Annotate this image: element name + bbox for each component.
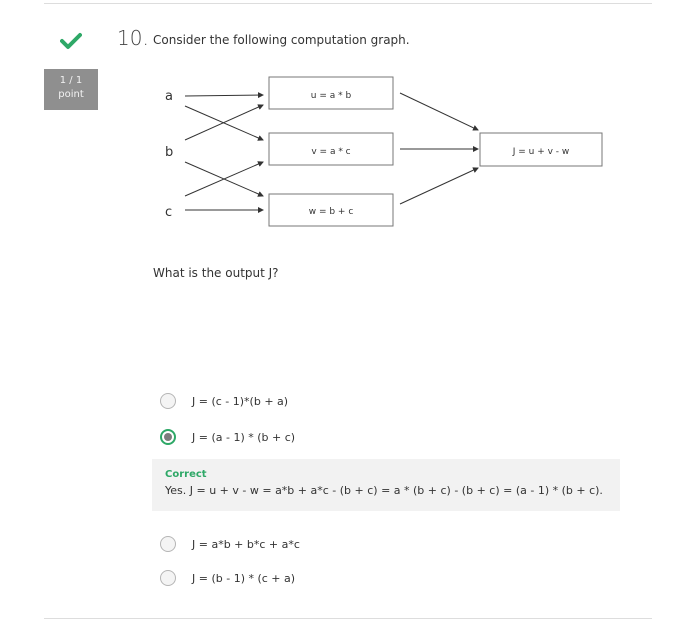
input-a-label: a (165, 89, 173, 104)
node-v-label: v = a * c (311, 147, 350, 157)
output-question: What is the output J? (153, 266, 279, 280)
feedback-title: Correct (165, 469, 207, 480)
option-2-radio[interactable] (160, 429, 176, 445)
option-4[interactable]: J = (b - 1) * (c + a) (160, 568, 295, 588)
option-1-label: J = (c - 1)*(b + a) (192, 394, 289, 408)
option-3[interactable]: J = a*b + b*c + a*c (160, 534, 300, 554)
node-j-label: J = u + v - w (512, 147, 570, 157)
option-1[interactable]: J = (c - 1)*(b + a) (160, 391, 288, 411)
edge-w-j (399, 167, 479, 205)
score-unit: point (58, 89, 84, 100)
option-4-label: J = (b - 1) * (c + a) (192, 571, 296, 585)
question-number: 10. (117, 26, 149, 50)
edge-a-u (184, 92, 264, 99)
option-3-radio[interactable] (160, 536, 176, 552)
option-3-label: J = a*b + b*c + a*c (192, 537, 300, 551)
input-c-label: c (165, 205, 172, 220)
score-badge: 1 / 1 point (44, 69, 98, 110)
question-prompt: Consider the following computation graph… (153, 33, 410, 47)
node-u-label: u = a * b (311, 91, 352, 101)
option-1-radio[interactable] (160, 393, 176, 409)
option-2[interactable]: J = (a - 1) * (b + c) (160, 427, 295, 447)
option-2-label: J = (a - 1) * (b + c) (192, 430, 296, 444)
input-b-label: b (165, 145, 173, 160)
feedback-panel: Correct Yes. J = u + v - w = a*b + a*c -… (152, 459, 620, 511)
option-4-radio[interactable] (160, 570, 176, 586)
edge-u-j (399, 92, 479, 131)
feedback-explanation: Yes. J = u + v - w = a*b + a*c - (b + c)… (165, 484, 603, 497)
top-divider (44, 3, 652, 4)
score-value: 1 / 1 (59, 75, 83, 86)
computation-graph: a b c u = a * b v = a * c w = b + c J = … (165, 76, 603, 227)
checkmark-icon (60, 33, 82, 49)
node-w-label: w = b + c (309, 207, 354, 217)
